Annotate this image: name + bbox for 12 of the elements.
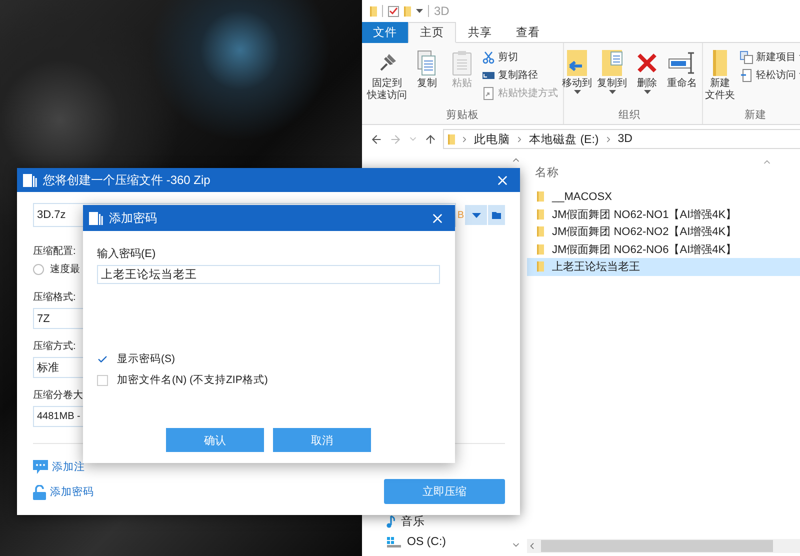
dialog-title: 添加密码 <box>109 210 158 226</box>
field-label: 压缩配置: <box>33 244 76 258</box>
window-title: 3D <box>434 4 450 18</box>
size-text: B <box>457 210 464 220</box>
field-label: 压缩格式: <box>33 290 76 304</box>
group-label: 组织 <box>618 108 640 123</box>
dialog-title: 您将创建一个压缩文件 -360 Zip <box>43 172 212 188</box>
field-label: 压缩分卷大 <box>33 388 83 402</box>
group-label: 新建 <box>744 108 766 123</box>
field-label: 输入密码(E) <box>97 246 156 261</box>
group-label: 剪贴板 <box>446 108 479 123</box>
field-label: 压缩方式: <box>33 340 76 353</box>
